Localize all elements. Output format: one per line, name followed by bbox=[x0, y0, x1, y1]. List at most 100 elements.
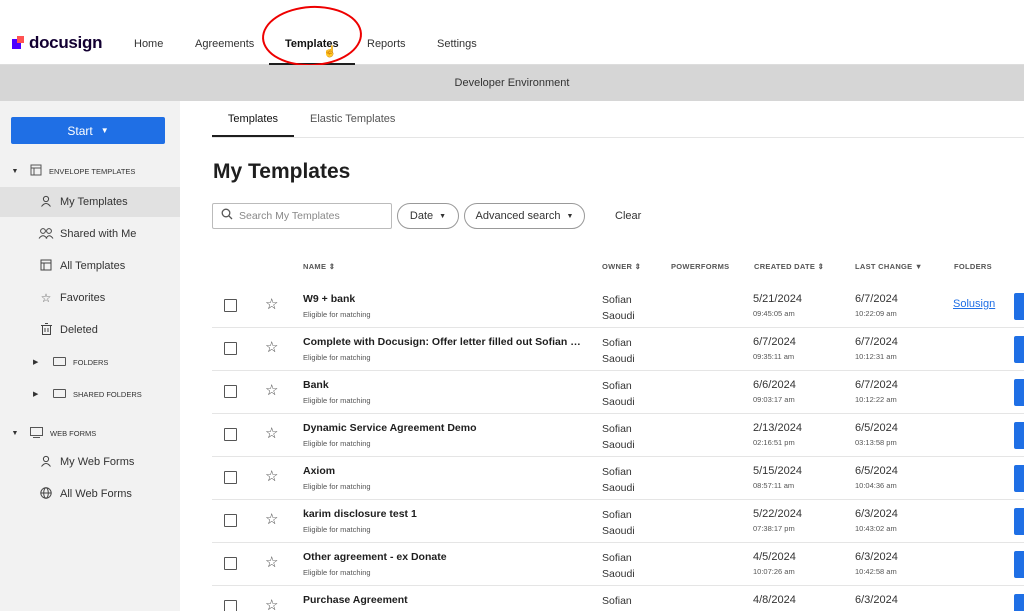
owner-name: Sofian Saoudi bbox=[602, 552, 635, 580]
advanced-search-label: Advanced search bbox=[475, 210, 561, 222]
sidebar-item-deleted[interactable]: Deleted bbox=[0, 315, 180, 345]
template-name[interactable]: Other agreement - ex Donate bbox=[303, 551, 447, 563]
created-time: 09:35:11 am bbox=[753, 352, 795, 361]
row-action-button[interactable] bbox=[1014, 293, 1024, 320]
template-name[interactable]: Bank bbox=[303, 379, 329, 391]
sidebar-item-label: Deleted bbox=[60, 324, 98, 336]
sidebar-item-my-templates[interactable]: My Templates bbox=[0, 187, 180, 217]
template-name[interactable]: Purchase Agreement bbox=[303, 594, 408, 606]
created-date: 4/8/2024 bbox=[753, 594, 796, 606]
row-action-button[interactable] bbox=[1014, 465, 1024, 492]
last-change-date: 6/7/2024 bbox=[855, 293, 898, 305]
folder-icon bbox=[51, 355, 67, 369]
last-change-time: 10:12:22 am bbox=[855, 395, 897, 404]
row-checkbox[interactable] bbox=[224, 385, 237, 398]
sidebar-item-favorites[interactable]: ☆ Favorites bbox=[0, 283, 180, 313]
section-web-forms[interactable]: ▼ WEB FORMS bbox=[0, 420, 180, 446]
row-action-button[interactable] bbox=[1014, 336, 1024, 363]
row-action-button[interactable] bbox=[1014, 551, 1024, 578]
row-action-button[interactable] bbox=[1014, 422, 1024, 449]
template-name[interactable]: karim disclosure test 1 bbox=[303, 508, 417, 520]
table-row[interactable]: ☆ W9 + bank Eligible for matching Sofian Sao… bbox=[212, 285, 1024, 328]
start-button[interactable]: Start ▼ bbox=[11, 117, 165, 144]
sidebar-item-shared-with-me[interactable]: Shared with Me bbox=[0, 219, 180, 249]
star-icon[interactable]: ☆ bbox=[265, 510, 278, 528]
row-checkbox[interactable] bbox=[224, 342, 237, 355]
template-name[interactable]: Axiom bbox=[303, 465, 335, 477]
date-filter-label: Date bbox=[409, 210, 434, 222]
table-row[interactable]: ☆ karim disclosure test 1 Eligible for mat… bbox=[212, 500, 1024, 543]
web-form-icon bbox=[30, 426, 43, 440]
template-status: Eligible for matching bbox=[303, 396, 371, 405]
environment-banner: Developer Environment bbox=[0, 65, 1024, 101]
star-icon[interactable]: ☆ bbox=[265, 338, 278, 356]
created-date: 5/22/2024 bbox=[753, 508, 802, 520]
sidebar-item-folders[interactable]: ▶ FOLDERS bbox=[0, 347, 180, 377]
column-header-powerforms: POWERFORMS bbox=[671, 262, 730, 271]
column-header-name[interactable]: NAME ⇕ bbox=[303, 262, 335, 271]
row-action-button[interactable] bbox=[1014, 379, 1024, 406]
table-row[interactable]: ☆ Complete with Docusign: Offer letter fi… bbox=[212, 328, 1024, 371]
last-change-time: 10:42:58 am bbox=[855, 567, 897, 576]
folder-link[interactable]: Solusign bbox=[953, 298, 995, 310]
star-icon[interactable]: ☆ bbox=[265, 467, 278, 485]
nav-reports[interactable]: Reports bbox=[367, 22, 406, 65]
column-header-owner[interactable]: OWNER ⇕ bbox=[602, 262, 641, 271]
row-checkbox[interactable] bbox=[224, 471, 237, 484]
star-icon[interactable]: ☆ bbox=[265, 295, 278, 313]
sidebar-item-my-web-forms[interactable]: My Web Forms bbox=[0, 447, 180, 477]
clear-button[interactable]: Clear bbox=[615, 203, 641, 229]
row-checkbox[interactable] bbox=[224, 299, 237, 312]
column-header-created-date[interactable]: CREATED DATE ⇕ bbox=[754, 262, 824, 271]
row-checkbox[interactable] bbox=[224, 557, 237, 570]
table-row[interactable]: ☆ Other agreement - ex Donate Eligible for… bbox=[212, 543, 1024, 586]
section-label: WEB FORMS bbox=[50, 428, 97, 438]
logo-text: docusign bbox=[29, 33, 103, 52]
last-change-date: 6/5/2024 bbox=[855, 422, 898, 434]
sidebar-item-all-web-forms[interactable]: All Web Forms bbox=[0, 479, 180, 509]
star-icon[interactable]: ☆ bbox=[265, 424, 278, 442]
tab-elastic-templates[interactable]: Elastic Templates bbox=[310, 101, 395, 137]
hand-cursor-icon: ☝ bbox=[323, 46, 337, 58]
owner-name: Sofian Saoudi bbox=[602, 509, 635, 537]
nav-agreements[interactable]: Agreements bbox=[195, 22, 254, 65]
tab-templates[interactable]: Templates bbox=[212, 101, 294, 137]
table-row[interactable]: ☆ Bank Eligible for matching Sofian Saoudi 6/… bbox=[212, 371, 1024, 414]
star-icon[interactable]: ☆ bbox=[265, 553, 278, 571]
last-change-date: 6/5/2024 bbox=[855, 465, 898, 477]
template-status: Eligible for matching bbox=[303, 482, 371, 491]
template-name[interactable]: W9 + bank bbox=[303, 293, 355, 305]
star-icon[interactable]: ☆ bbox=[265, 381, 278, 399]
section-envelope-templates[interactable]: ▼ ENVELOPE TEMPLATES bbox=[0, 158, 180, 184]
last-change-time: 03:13:58 pm bbox=[855, 438, 897, 447]
last-change-date: 6/3/2024 bbox=[855, 551, 898, 563]
sidebar-item-label: Favorites bbox=[60, 292, 106, 304]
row-action-button[interactable] bbox=[1014, 508, 1024, 535]
column-header-folders: FOLDERS bbox=[954, 262, 992, 271]
row-checkbox[interactable] bbox=[224, 514, 237, 527]
last-change-date: 6/3/2024 bbox=[855, 594, 898, 606]
nav-settings[interactable]: Settings bbox=[437, 22, 477, 65]
advanced-search-button[interactable]: Advanced search ▼ bbox=[464, 203, 585, 229]
sidebar-item-all-templates[interactable]: All Templates bbox=[0, 251, 180, 281]
owner-name: Sofian Saoudi bbox=[602, 380, 635, 408]
row-checkbox[interactable] bbox=[224, 428, 237, 441]
row-action-button[interactable] bbox=[1014, 594, 1024, 611]
docusign-logo[interactable]: docusign bbox=[12, 33, 102, 53]
search-icon bbox=[221, 207, 233, 225]
row-checkbox[interactable] bbox=[224, 600, 237, 611]
star-icon[interactable]: ☆ bbox=[265, 596, 278, 611]
template-name[interactable]: Dynamic Service Agreement Demo bbox=[303, 422, 477, 434]
template-name[interactable]: Complete with Docusign: Offer letter fil… bbox=[303, 336, 583, 348]
folder-icon bbox=[51, 387, 67, 401]
column-header-last-change[interactable]: LAST CHANGE ▼ bbox=[855, 262, 923, 271]
search-input[interactable] bbox=[239, 210, 379, 222]
search-box[interactable] bbox=[212, 203, 392, 229]
table-row[interactable]: ☆ Purchase Agreement Sofian 4/8/2024 6/3/202… bbox=[212, 586, 1024, 611]
table-row[interactable]: ☆ Dynamic Service Agreement Demo Eligible … bbox=[212, 414, 1024, 457]
nav-home[interactable]: Home bbox=[134, 22, 163, 65]
date-filter-button[interactable]: Date ▼ bbox=[397, 203, 459, 229]
top-navigation: docusign Home Agreements Templates Repor… bbox=[0, 22, 1024, 65]
table-row[interactable]: ☆ Axiom Eligible for matching Sofian Saoudi 5… bbox=[212, 457, 1024, 500]
sidebar-item-shared-folders[interactable]: ▶ SHARED FOLDERS bbox=[0, 379, 180, 409]
